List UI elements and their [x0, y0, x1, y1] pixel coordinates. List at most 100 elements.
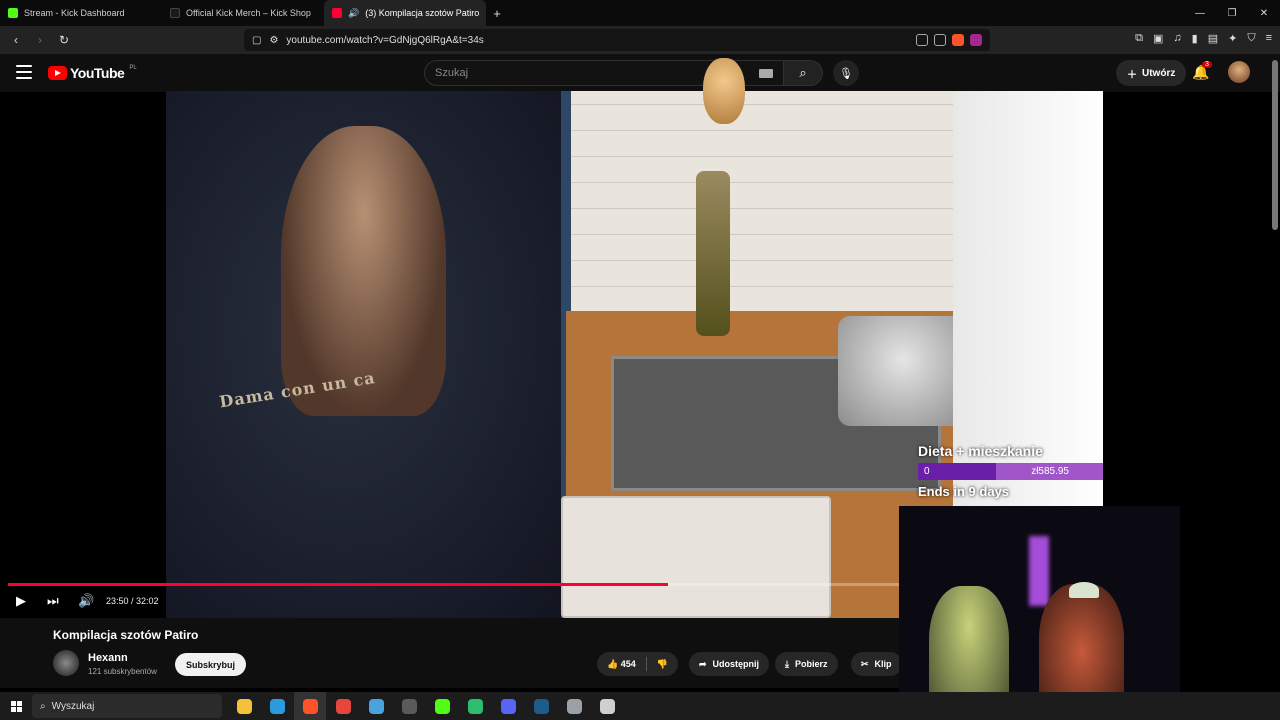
tab-kick-dashboard[interactable]: Stream - Kick Dashboard: [0, 0, 162, 26]
taskbar-app-brave[interactable]: [294, 692, 326, 720]
seek-bar[interactable]: [8, 583, 900, 586]
like-count: 454: [620, 658, 636, 669]
search-button[interactable]: ⌕: [783, 60, 823, 86]
cast-icon[interactable]: [916, 34, 928, 46]
screenshot-icon[interactable]: ▣: [1153, 32, 1163, 45]
taskbar-app-obs[interactable]: [393, 692, 425, 720]
forward-icon[interactable]: ›: [32, 32, 48, 48]
video-oil-bottle: [696, 171, 730, 336]
windows-taskbar: ⌕ Wyszukaj: [0, 692, 1280, 720]
keyboard-icon[interactable]: [759, 68, 773, 78]
site-info-icon[interactable]: ⚙: [269, 35, 278, 46]
goal-current-value: 0: [924, 466, 930, 477]
seek-bar-fill: [8, 583, 668, 586]
kick-icon: [8, 8, 18, 18]
notifications-button[interactable]: 🔔 3: [1192, 61, 1212, 81]
notification-count-badge: 3: [1202, 61, 1212, 68]
next-icon[interactable]: ⏭: [47, 593, 59, 609]
browser-toolbar: ‹ › ↻ ▢ ⚙ youtube.com/watch?v=GdNjgQ6lRg…: [0, 26, 1280, 54]
windows-logo-icon: [10, 700, 22, 712]
taskbar-app-discord[interactable]: [492, 692, 524, 720]
share-icon[interactable]: [934, 34, 946, 46]
taskbar-app-file-explorer[interactable]: [228, 692, 260, 720]
youtube-play-logo-icon: [48, 66, 67, 80]
plus-icon: ＋: [1127, 69, 1137, 81]
close-window-button[interactable]: ✕: [1248, 0, 1280, 26]
play-icon[interactable]: ▶: [16, 593, 26, 609]
music-icon[interactable]: ♫: [1173, 32, 1181, 45]
clip-button[interactable]: ✂ Klip: [851, 652, 902, 676]
taskbar-app-ccleaner[interactable]: [360, 692, 392, 720]
time-display: 23:50 / 32:02: [106, 596, 159, 606]
download-icon: ⤓: [785, 658, 789, 669]
share-label: Udostępnij: [712, 659, 760, 669]
subscribe-button[interactable]: Subskrybuj: [175, 653, 247, 676]
voice-search-button[interactable]: 🎙: [833, 60, 859, 86]
clip-label: Klip: [874, 659, 892, 669]
wallet-icon[interactable]: ▤: [1208, 32, 1218, 45]
new-tab-button[interactable]: +: [486, 0, 508, 26]
taskbar-app-edge[interactable]: [261, 692, 293, 720]
back-icon[interactable]: ‹: [8, 32, 24, 48]
dislike-button[interactable]: 👎: [657, 659, 668, 670]
taskbar-app-steam[interactable]: [525, 692, 557, 720]
youtube-icon: [332, 8, 342, 18]
menu-icon[interactable]: ≡: [1266, 32, 1272, 45]
app-shield-icon: [599, 698, 615, 714]
taskbar-search[interactable]: ⌕ Wyszukaj: [32, 694, 222, 718]
youtube-header: YouTube PL Szukaj ⌕ 🎙 ＋ Utwórz 🔔 3: [0, 54, 1280, 92]
bookmark-icon[interactable]: ▢: [252, 35, 261, 46]
vpn-icon[interactable]: ⛉: [1247, 32, 1255, 45]
steam-icon: [533, 698, 549, 714]
restore-button[interactable]: ❐: [1216, 0, 1248, 26]
url-text[interactable]: youtube.com/watch?v=GdNjgQ6lRgA&t=34s: [286, 35, 483, 46]
window-controls: — ❐ ✕: [1184, 0, 1280, 26]
brave-icon: [302, 698, 318, 714]
create-button[interactable]: ＋ Utwórz: [1116, 60, 1187, 86]
like-button[interactable]: 👍 454: [607, 659, 636, 670]
taskbar-app-app-shield[interactable]: [591, 692, 623, 720]
leo-ai-icon[interactable]: ✦: [1228, 32, 1237, 45]
like-divider: [645, 657, 647, 671]
channel-name[interactable]: Hexann: [88, 652, 128, 664]
tab-youtube-video[interactable]: 🔊 (3) Kompilacja szotów Patiro ×: [324, 0, 486, 26]
chrome-icon: [335, 698, 351, 714]
extensions-bar: ⧉ ▣ ♫ ▮ ▤ ✦ ⛉ ≡: [1135, 32, 1272, 45]
scissors-icon: ✂: [861, 658, 869, 669]
webcam-overlay: [899, 506, 1180, 720]
thumbs-down-icon: 👎: [656, 658, 668, 669]
address-bar[interactable]: ▢ ⚙ youtube.com/watch?v=GdNjgQ6lRgA&t=34…: [244, 29, 990, 51]
webcam-purple-light: [1029, 536, 1049, 606]
extensions-icon[interactable]: ⧉: [1135, 32, 1143, 45]
address-bar-actions: [916, 34, 982, 46]
tab-label: (3) Kompilacja szotów Patiro: [365, 8, 480, 18]
youtube-logo[interactable]: YouTube PL: [48, 65, 137, 81]
tab-label: Official Kick Merch – Kick Shop: [186, 8, 311, 18]
windows-start-button[interactable]: [0, 692, 32, 720]
share-button[interactable]: ➦ Udostępnij: [689, 652, 770, 676]
microphone-icon: 🎙: [839, 67, 853, 80]
account-avatar[interactable]: [1228, 61, 1250, 83]
goal-target-value: zł585.95: [1031, 466, 1069, 477]
video-pot: [838, 316, 968, 426]
brave-shields-icon[interactable]: [952, 34, 964, 46]
volume-icon[interactable]: 🔊: [78, 593, 94, 609]
taskbar-app-chrome[interactable]: [327, 692, 359, 720]
reload-icon[interactable]: ↻: [56, 32, 72, 48]
taskbar-app-kick[interactable]: [426, 692, 458, 720]
brave-rewards-icon[interactable]: [970, 34, 982, 46]
taskbar-app-app-gray[interactable]: [558, 692, 590, 720]
channel-avatar[interactable]: [53, 650, 79, 676]
speaker-icon[interactable]: 🔊: [348, 8, 359, 19]
taskbar-app-app-green[interactable]: [459, 692, 491, 720]
minimize-button[interactable]: —: [1184, 0, 1216, 26]
page-scrollbar[interactable]: [1272, 60, 1278, 230]
download-button[interactable]: ⤓ Pobierz: [775, 652, 838, 676]
hamburger-menu-icon[interactable]: [16, 65, 32, 79]
discord-icon: [500, 698, 516, 714]
tab-kick-shop[interactable]: Official Kick Merch – Kick Shop: [162, 0, 324, 26]
share-arrow-icon: ➦: [699, 658, 707, 669]
sidebar-icon[interactable]: ▮: [1192, 32, 1198, 45]
obs-icon: [401, 698, 417, 714]
taskbar-apps: [228, 692, 623, 720]
